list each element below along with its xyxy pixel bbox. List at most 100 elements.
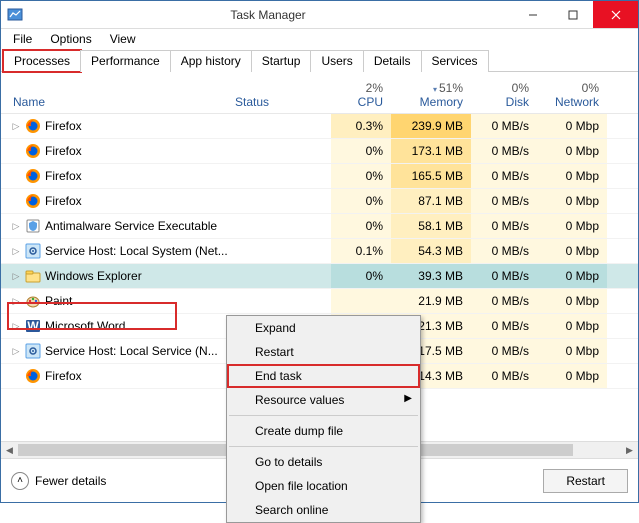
- expand-icon[interactable]: ▷: [11, 296, 21, 307]
- cell-disk: 0 MB/s: [471, 214, 537, 238]
- cell-network: 0 Mbp: [537, 314, 607, 338]
- close-button[interactable]: [593, 1, 638, 28]
- cell-memory: 87.1 MB: [391, 189, 471, 213]
- tab-details[interactable]: Details: [363, 50, 422, 72]
- menu-options[interactable]: Options: [42, 30, 99, 48]
- cell-network: 0 Mbp: [537, 189, 607, 213]
- expand-icon[interactable]: ▷: [11, 321, 21, 332]
- process-name: Firefox: [45, 119, 82, 133]
- word-icon: W: [25, 318, 41, 334]
- header-memory[interactable]: ▾51%Memory: [391, 79, 471, 113]
- header-status[interactable]: Status: [231, 95, 331, 113]
- process-name: Paint: [45, 294, 72, 308]
- menubar: File Options View: [1, 29, 638, 49]
- expand-icon[interactable]: ▷: [11, 246, 21, 257]
- header-disk[interactable]: 0%Disk: [471, 79, 537, 113]
- maximize-button[interactable]: [553, 1, 593, 28]
- cell-memory: 239.9 MB: [391, 114, 471, 138]
- process-name: Firefox: [45, 194, 82, 208]
- cell-disk: 0 MB/s: [471, 139, 537, 163]
- table-row[interactable]: ▷Antimalware Service Executable0%58.1 MB…: [1, 214, 638, 239]
- cell-name: ▷ Paint: [1, 293, 231, 309]
- cell-network: 0 Mbp: [537, 114, 607, 138]
- cell-name: ▷Windows Explorer: [1, 268, 231, 284]
- gear-icon: [25, 243, 41, 259]
- cell-cpu: 0.1%: [331, 239, 391, 263]
- tab-startup[interactable]: Startup: [251, 50, 312, 72]
- paint-icon: [25, 293, 41, 309]
- cell-network: 0 Mbp: [537, 339, 607, 363]
- cell-disk: 0 MB/s: [471, 189, 537, 213]
- header-name[interactable]: Name: [1, 95, 231, 113]
- firefox-icon: [25, 143, 41, 159]
- cell-disk: 0 MB/s: [471, 364, 537, 388]
- table-row[interactable]: ▷ Service Host: Local System (Net... 0.1%5…: [1, 239, 638, 264]
- cell-network: 0 Mbp: [537, 214, 607, 238]
- cell-disk: 0 MB/s: [471, 289, 537, 313]
- tab-users[interactable]: Users: [310, 50, 363, 72]
- expand-icon[interactable]: ▷: [11, 121, 21, 132]
- menu-item-resource-values[interactable]: Resource values▶: [227, 388, 420, 412]
- menu-item-create-dump-file[interactable]: Create dump file: [227, 419, 420, 443]
- cell-name: Firefox: [1, 193, 231, 209]
- cell-disk: 0 MB/s: [471, 114, 537, 138]
- tab-performance[interactable]: Performance: [80, 50, 171, 72]
- cell-disk: 0 MB/s: [471, 339, 537, 363]
- cell-network: 0 Mbp: [537, 289, 607, 313]
- process-name: Microsoft Word: [45, 319, 125, 333]
- cell-name: ▷ W Microsoft Word: [1, 318, 231, 334]
- table-row[interactable]: ▷Windows Explorer0%39.3 MB0 MB/s0 Mbp: [1, 264, 638, 289]
- fewer-details-toggle[interactable]: ˄ Fewer details: [11, 472, 106, 490]
- app-icon: [7, 7, 23, 23]
- expand-icon[interactable]: ▷: [11, 271, 21, 282]
- process-name: Firefox: [45, 169, 82, 183]
- table-row[interactable]: ▷ Paint 21.9 MB0 MB/s0 Mbp: [1, 289, 638, 314]
- cell-memory: 58.1 MB: [391, 214, 471, 238]
- cell-disk: 0 MB/s: [471, 239, 537, 263]
- cell-disk: 0 MB/s: [471, 164, 537, 188]
- cell-network: 0 Mbp: [537, 364, 607, 388]
- column-headers: Name Status 2%CPU ▾51%Memory 0%Disk 0%Ne…: [1, 72, 638, 114]
- svg-text:W: W: [27, 319, 39, 333]
- process-name: Service Host: Local System (Net...: [45, 244, 228, 258]
- tab-app-history[interactable]: App history: [170, 50, 252, 72]
- restart-button[interactable]: Restart: [543, 469, 628, 493]
- scroll-left-button[interactable]: ◀: [1, 442, 18, 458]
- header-cpu[interactable]: 2%CPU: [331, 79, 391, 113]
- minimize-button[interactable]: [513, 1, 553, 28]
- menu-item-open-file-location[interactable]: Open file location: [227, 474, 420, 498]
- expand-icon[interactable]: ▷: [11, 221, 21, 232]
- menu-item-search-online[interactable]: Search online: [227, 498, 420, 522]
- cell-disk: 0 MB/s: [471, 314, 537, 338]
- menu-item-end-task[interactable]: End task: [227, 364, 420, 388]
- cell-memory: 21.9 MB: [391, 289, 471, 313]
- tab-services[interactable]: Services: [421, 50, 489, 72]
- cell-cpu: 0%: [331, 189, 391, 213]
- scroll-right-button[interactable]: ▶: [621, 442, 638, 458]
- menu-item-restart[interactable]: Restart: [227, 340, 420, 364]
- expand-icon[interactable]: ▷: [11, 346, 21, 357]
- table-row[interactable]: Firefox0%173.1 MB0 MB/s0 Mbp: [1, 139, 638, 164]
- window-controls: [513, 1, 638, 28]
- cell-name: Firefox: [1, 143, 231, 159]
- table-row[interactable]: Firefox 0%87.1 MB0 MB/s0 Mbp: [1, 189, 638, 214]
- titlebar: Task Manager: [1, 1, 638, 29]
- header-network[interactable]: 0%Network: [537, 79, 607, 113]
- cell-network: 0 Mbp: [537, 139, 607, 163]
- tab-processes[interactable]: Processes: [3, 50, 81, 72]
- menu-item-go-to-details[interactable]: Go to details: [227, 450, 420, 474]
- cell-network: 0 Mbp: [537, 164, 607, 188]
- cell-memory: 54.3 MB: [391, 239, 471, 263]
- cell-cpu: 0%: [331, 164, 391, 188]
- table-row[interactable]: ▷Firefox0.3%239.9 MB0 MB/s0 Mbp: [1, 114, 638, 139]
- tabs: Processes Performance App history Startu…: [1, 49, 638, 72]
- table-row[interactable]: Firefox0%165.5 MB0 MB/s0 Mbp: [1, 164, 638, 189]
- menu-item-expand[interactable]: Expand: [227, 316, 420, 340]
- window-title: Task Manager: [23, 8, 513, 22]
- cell-disk: 0 MB/s: [471, 264, 537, 288]
- menu-view[interactable]: View: [102, 30, 144, 48]
- menu-file[interactable]: File: [5, 30, 40, 48]
- cell-name: Firefox: [1, 368, 231, 384]
- cell-cpu: [331, 289, 391, 313]
- process-name: Antimalware Service Executable: [45, 219, 217, 233]
